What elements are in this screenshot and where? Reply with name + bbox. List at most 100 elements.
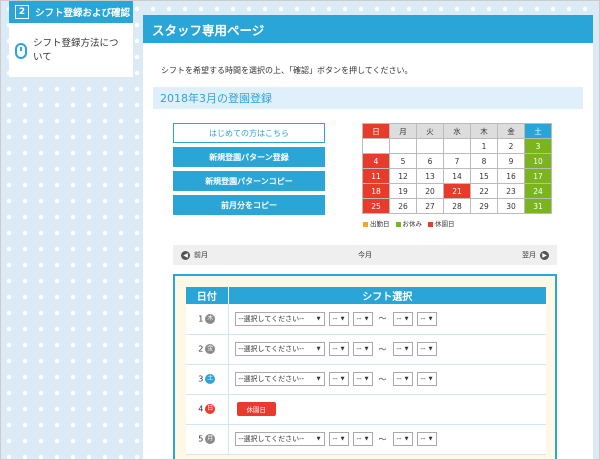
col-select-header: シフト選択 xyxy=(228,287,546,304)
intro-text: シフトを希望する時間を選択の上、「確認」ボタンを押してください。 xyxy=(161,66,413,75)
calendar-day[interactable]: 19 xyxy=(389,183,417,199)
calendar-day[interactable]: 28 xyxy=(443,198,471,214)
end-hour-select[interactable]: -- ▼ xyxy=(392,432,413,446)
shift-pattern-select[interactable]: --選択してください-- ▼ xyxy=(234,432,325,446)
calendar-day[interactable]: 10 xyxy=(524,153,552,169)
start-minute-select[interactable]: -- ▼ xyxy=(352,432,373,446)
calendar-day[interactable]: 31 xyxy=(524,198,552,214)
calendar-day[interactable]: 8 xyxy=(470,153,498,169)
end-hour-select[interactable]: -- ▼ xyxy=(392,311,413,326)
chevron-right-icon: ▶ xyxy=(540,250,549,260)
end-minute-select[interactable]: -- ▼ xyxy=(416,342,437,356)
chevron-down-icon: ▼ xyxy=(404,436,409,442)
start-hour-select[interactable]: -- ▼ xyxy=(328,432,349,446)
calendar-day[interactable]: 14 xyxy=(443,168,471,184)
shift-select-cell: --選択してください-- ▼ -- ▼ -- ▼ 〜 -- ▼ -- ▼ xyxy=(228,304,546,335)
calendar-header-row: 日 月 火 水 木 金 土 xyxy=(362,123,552,139)
calendar-week: 1 2 3 xyxy=(362,138,552,154)
chevron-down-icon: ▼ xyxy=(364,315,369,322)
next-month-label: 翌月 xyxy=(522,251,536,259)
calendar-day[interactable]: 6 xyxy=(416,153,444,169)
start-hour-select[interactable]: -- ▼ xyxy=(328,342,349,356)
section-title: 2018年3月の登園登録 xyxy=(153,87,583,109)
calendar-day[interactable]: 25 xyxy=(362,198,390,214)
mouse-icon xyxy=(15,43,27,59)
shift-select-cell: --選択してください-- ▼ -- ▼ -- ▼ 〜 -- ▼ -- ▼ xyxy=(228,334,547,365)
calendar-day[interactable]: 12 xyxy=(389,168,417,184)
start-minute-select[interactable]: -- ▼ xyxy=(352,342,373,356)
calendar-week: 25 26 27 28 29 30 31 xyxy=(362,198,552,214)
day-number: 2 xyxy=(198,344,204,354)
weekday-badge: 土 xyxy=(205,374,216,384)
shift-pattern-select[interactable]: --選択してください-- ▼ xyxy=(234,372,325,386)
chevron-down-icon: ▼ xyxy=(428,436,433,442)
start-minute-select[interactable]: -- ▼ xyxy=(352,311,373,326)
chevron-down-icon: ▼ xyxy=(340,376,345,382)
calendar-day[interactable]: 9 xyxy=(497,153,525,169)
end-minute-select[interactable]: -- ▼ xyxy=(416,432,437,446)
calendar-week: 11 12 13 14 15 16 17 xyxy=(362,168,552,184)
sidebar-item-label: シフト登録方法について xyxy=(33,38,119,63)
prev-month-link[interactable]: ◀ 前月 xyxy=(181,250,251,260)
range-separator: 〜 xyxy=(378,374,387,384)
calendar-day[interactable]: 29 xyxy=(470,198,498,214)
start-hour-select[interactable]: -- ▼ xyxy=(328,311,349,326)
calendar-day[interactable]: 4 xyxy=(362,153,390,169)
calendar-day[interactable]: 20 xyxy=(416,183,444,199)
first-time-button[interactable]: はじめての方はこちら xyxy=(173,123,325,143)
date-cell: 2金 xyxy=(186,334,229,365)
sidebar-item-howto[interactable]: シフト登録方法について xyxy=(9,23,133,65)
calendar-day[interactable]: 11 xyxy=(362,168,390,184)
end-hour-select[interactable]: -- ▼ xyxy=(392,372,413,386)
prev-month-label: 前月 xyxy=(194,251,208,259)
shift-select-cell: 休園日 xyxy=(228,394,546,425)
end-minute-select[interactable]: -- ▼ xyxy=(416,372,437,386)
calendar-day[interactable]: 18 xyxy=(362,183,390,199)
calendar-day[interactable]: 1 xyxy=(470,138,498,154)
shift-pattern-select[interactable]: --選択してください-- ▼ xyxy=(234,311,325,326)
shift-select-row: --選択してください-- ▼ -- ▼ -- ▼ 〜 -- ▼ -- ▼ xyxy=(229,342,547,356)
calendar-day[interactable]: 22 xyxy=(470,183,498,199)
shift-table-header: 日付 シフト選択 xyxy=(186,287,546,304)
chevron-down-icon: ▼ xyxy=(364,346,369,352)
calendar-day[interactable]: 17 xyxy=(524,168,552,184)
new-pattern-button[interactable]: 新規登園パターン登録 xyxy=(173,147,325,167)
start-minute-select[interactable]: -- ▼ xyxy=(352,372,373,386)
calendar-day[interactable]: 3 xyxy=(524,138,552,154)
calendar-header: 木 xyxy=(470,123,498,139)
calendar-day[interactable]: 27 xyxy=(416,198,444,214)
shift-row: 4 日休園日 xyxy=(186,394,546,425)
calendar-day[interactable]: 16 xyxy=(497,168,525,184)
chevron-down-icon: ▼ xyxy=(316,376,321,382)
chevron-down-icon: ▼ xyxy=(404,315,409,322)
holiday-badge: 休園日 xyxy=(236,402,276,416)
calendar-day[interactable]: 13 xyxy=(416,168,444,184)
chevron-down-icon: ▼ xyxy=(364,436,369,442)
calendar-day[interactable]: 7 xyxy=(443,153,471,169)
calendar-day[interactable]: 15 xyxy=(470,168,498,184)
legend-attend: 出勤日 xyxy=(363,218,390,228)
sidebar-item-shift-register[interactable]: 2 シフト登録および確認 xyxy=(9,1,133,23)
shift-pattern-select[interactable]: --選択してください-- ▼ xyxy=(234,342,325,356)
end-minute-select[interactable]: -- ▼ xyxy=(416,311,437,326)
start-hour-select[interactable]: -- ▼ xyxy=(328,372,349,386)
calendar-day[interactable]: 23 xyxy=(497,183,525,199)
calendar-day[interactable]: 30 xyxy=(497,198,525,214)
copy-prev-month-button[interactable]: 前月分をコピー xyxy=(173,195,325,215)
calendar-day[interactable]: 26 xyxy=(389,198,417,214)
date-cell: 1木 xyxy=(186,304,229,335)
end-hour-select[interactable]: -- ▼ xyxy=(392,342,413,356)
day-number: 3 xyxy=(198,374,204,384)
calendar-day[interactable]: 2 xyxy=(497,138,525,154)
calendar-day[interactable]: 24 xyxy=(524,183,552,199)
page-title: スタッフ専用ページ xyxy=(143,15,593,43)
day-number: 5 xyxy=(198,434,204,444)
next-month-link[interactable]: 翌月 ▶ xyxy=(479,250,549,260)
current-month-link[interactable]: 今月 xyxy=(358,250,372,260)
calendar-day[interactable]: 5 xyxy=(389,153,417,169)
copy-pattern-button[interactable]: 新規登園パターンコピー xyxy=(173,171,325,191)
sidebar: 2 シフト登録および確認 シフト登録方法について xyxy=(9,1,133,77)
date-cell: 5月 xyxy=(186,424,229,455)
calendar-day[interactable]: 21 xyxy=(443,183,471,199)
chevron-down-icon: ▼ xyxy=(340,346,345,352)
